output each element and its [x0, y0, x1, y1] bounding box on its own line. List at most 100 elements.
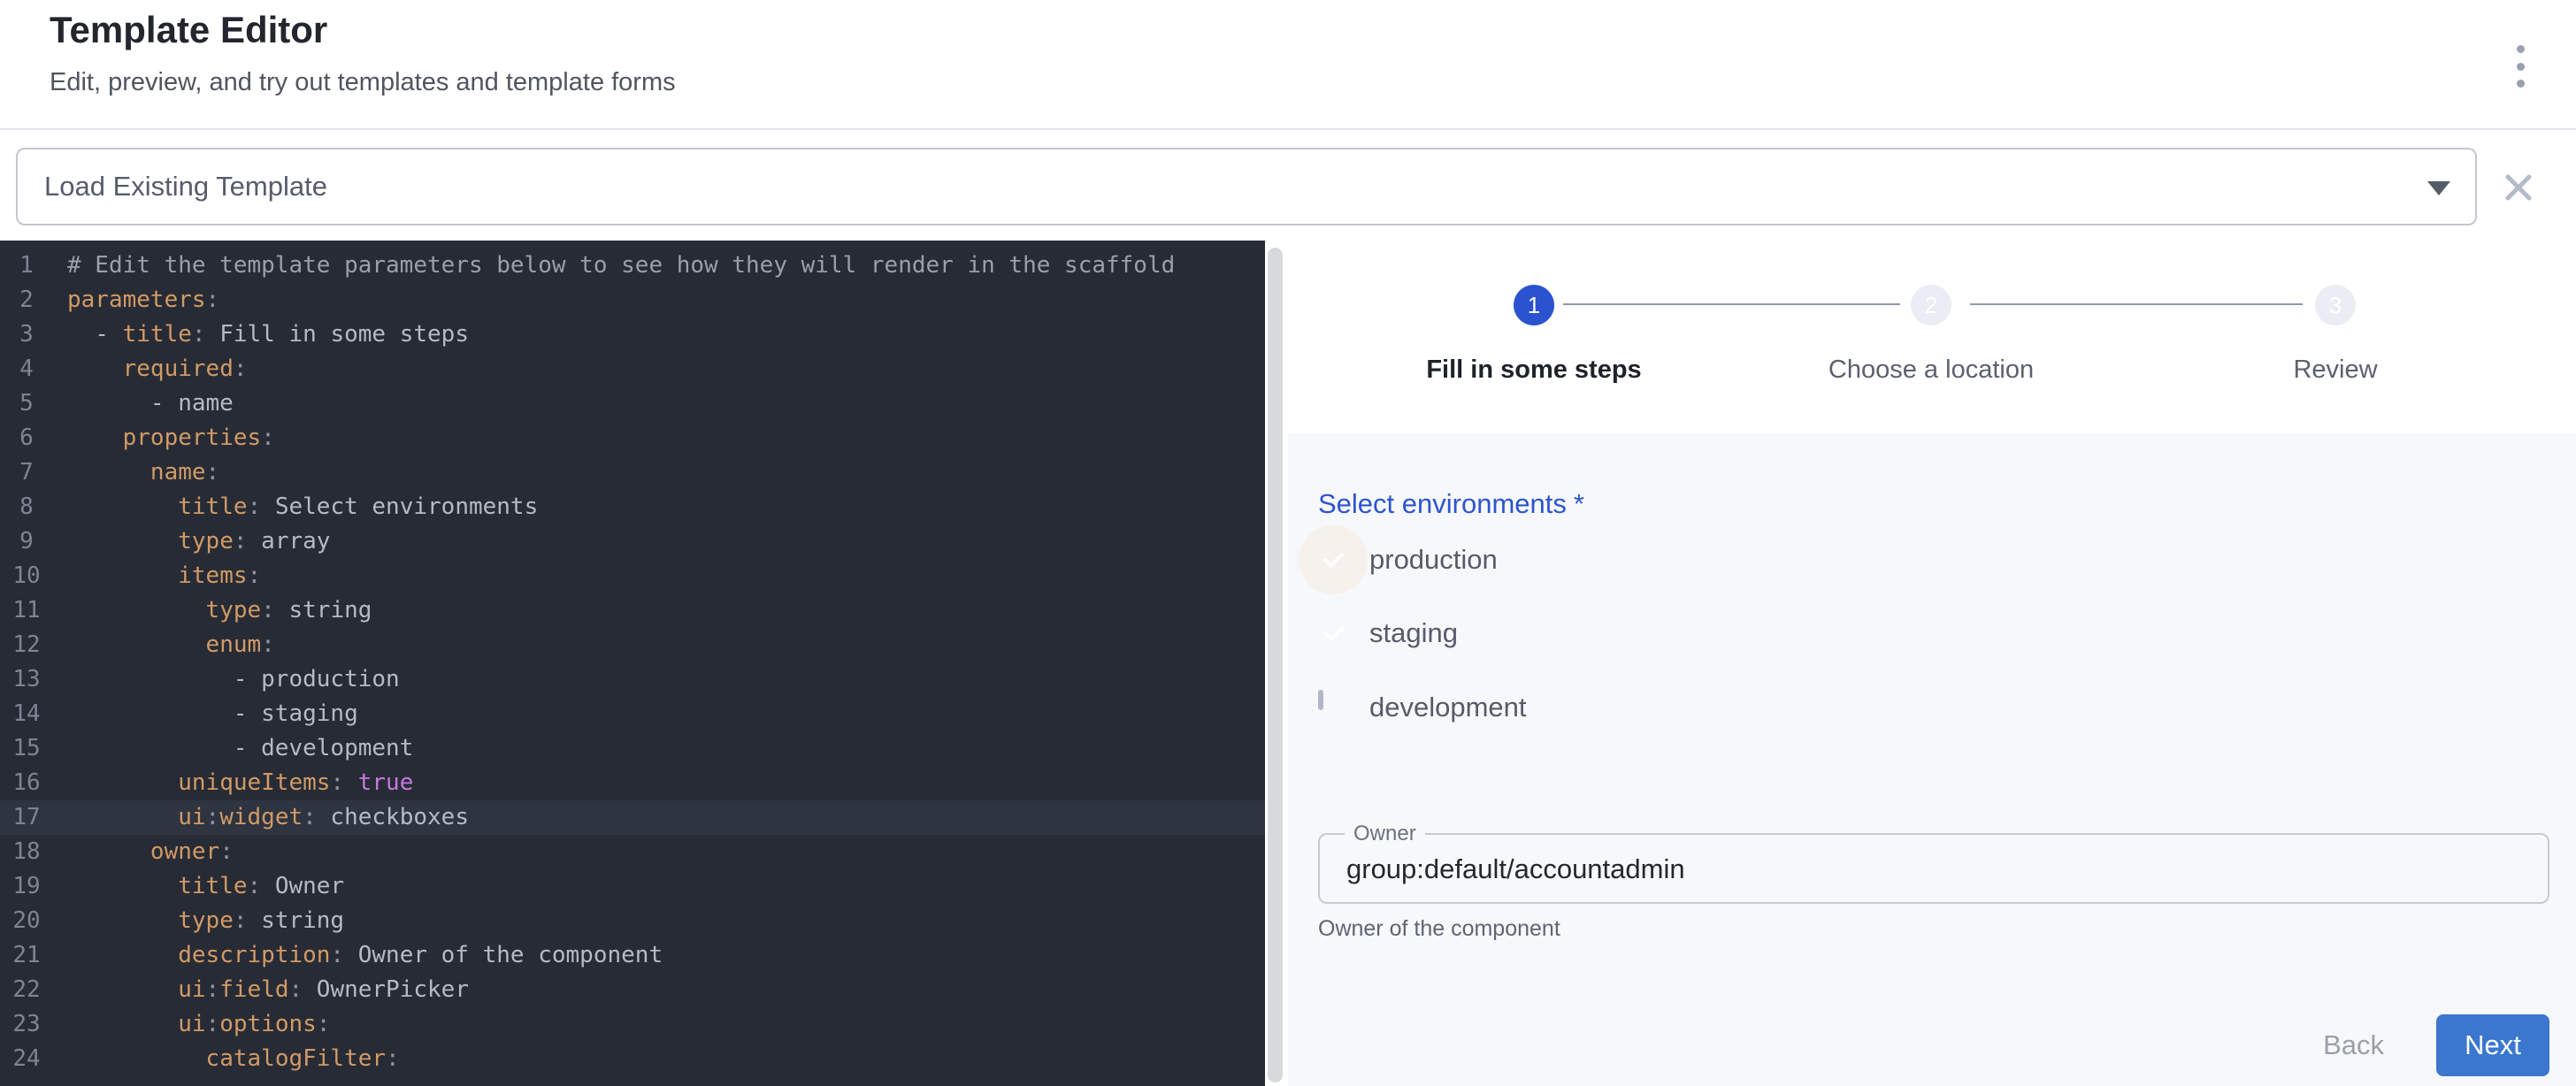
line-code: title: Select environments: [53, 490, 538, 524]
line-number: 17: [0, 800, 53, 835]
step-number-badge: 3: [2315, 285, 2356, 325]
required-asterisk: *: [1574, 488, 1584, 519]
step-label: Choose a location: [1828, 356, 2034, 385]
editor-line: 5 - name: [0, 386, 1265, 421]
editor-line: 3 - title: Fill in some steps: [0, 317, 1265, 352]
line-code: - name: [53, 386, 234, 421]
environments-group-label: Select environments*: [1318, 488, 1584, 520]
back-button[interactable]: Back: [2314, 1029, 2393, 1061]
editor-line: 1# Edit the template parameters below to…: [0, 249, 1265, 283]
checkbox-wrapper: [1318, 618, 1348, 648]
line-code: ui:field: OwnerPicker: [53, 973, 469, 1007]
line-number: 18: [0, 835, 53, 869]
step-label: Fill in some steps: [1426, 356, 1641, 385]
line-code: ui:widget: checkboxes: [53, 800, 469, 835]
editor-line: 15 - development: [0, 731, 1265, 766]
editor-line: 24 catalogFilter:: [0, 1042, 1265, 1076]
line-number: 2: [0, 283, 53, 317]
line-code: type: string: [53, 593, 372, 628]
editor-line: 22 ui:field: OwnerPicker: [0, 973, 1265, 1007]
checkbox-label[interactable]: production: [1369, 544, 1498, 576]
line-code: required:: [53, 352, 248, 386]
line-code: - development: [53, 731, 413, 766]
line-code: owner:: [53, 835, 234, 869]
line-code: type: array: [53, 524, 330, 559]
page-title: Template Editor: [50, 9, 327, 51]
environment-option-row[interactable]: development: [1318, 692, 1527, 723]
editor-line: 6 properties:: [0, 421, 1265, 455]
close-icon[interactable]: [2501, 170, 2536, 205]
yaml-code-editor[interactable]: 1# Edit the template parameters below to…: [0, 241, 1265, 1086]
environment-option-row[interactable]: production: [1318, 544, 1498, 576]
line-number: 6: [0, 421, 53, 455]
stepper-step: 1 Fill in some steps: [1357, 285, 1711, 385]
editor-line: 14 - staging: [0, 697, 1265, 731]
line-number: 20: [0, 904, 53, 938]
editor-line: 10 items:: [0, 559, 1265, 593]
line-code: - production: [53, 662, 400, 697]
editor-scrollbar[interactable]: [1268, 248, 1283, 1082]
owner-input[interactable]: [1345, 835, 2516, 904]
line-code: name:: [53, 455, 219, 490]
line-number: 16: [0, 766, 53, 800]
line-number: 10: [0, 559, 53, 593]
editor-line: 19 title: Owner: [0, 869, 1265, 904]
line-number: 4: [0, 352, 53, 386]
load-existing-template-select[interactable]: Load Existing Template: [16, 148, 2477, 226]
editor-line: 16 uniqueItems: true: [0, 766, 1265, 800]
line-code: ui:options:: [53, 1007, 330, 1042]
editor-line: 11 type: string: [0, 593, 1265, 628]
line-number: 11: [0, 593, 53, 628]
editor-line: 18 owner:: [0, 835, 1265, 869]
editor-line: 21 description: Owner of the component: [0, 938, 1265, 973]
editor-line: 12 enum:: [0, 628, 1265, 662]
checkbox-label[interactable]: development: [1369, 692, 1527, 723]
line-code: enum:: [53, 628, 275, 662]
checkbox-label[interactable]: staging: [1369, 617, 1458, 649]
next-button[interactable]: Next: [2436, 1014, 2549, 1076]
line-number: 13: [0, 662, 53, 697]
environment-option-row[interactable]: staging: [1318, 617, 1458, 649]
line-code: - title: Fill in some steps: [53, 317, 469, 352]
line-number: 22: [0, 973, 53, 1007]
template-editor-page: Template Editor Edit, preview, and try o…: [0, 0, 2576, 1086]
checkbox-wrapper: [1318, 692, 1348, 723]
editor-line: 13 - production: [0, 662, 1265, 697]
line-code: items:: [53, 559, 261, 593]
line-number: 7: [0, 455, 53, 490]
line-number: 8: [0, 490, 53, 524]
line-number: 9: [0, 524, 53, 559]
line-code: description: Owner of the component: [53, 938, 663, 973]
line-number: 12: [0, 628, 53, 662]
checkbox-wrapper: [1318, 545, 1348, 575]
editor-line: 2parameters:: [0, 283, 1265, 317]
line-number: 21: [0, 938, 53, 973]
line-number: 19: [0, 869, 53, 904]
editor-lines: 1# Edit the template parameters below to…: [0, 241, 1265, 1076]
line-number: 14: [0, 697, 53, 731]
line-code: type: string: [53, 904, 344, 938]
stepper: 1 Fill in some steps 2Choose a location 3 Re…: [1288, 241, 2576, 433]
editor-line: 23 ui:options:: [0, 1007, 1265, 1042]
load-existing-template-placeholder: Load Existing Template: [44, 149, 327, 224]
editor-line: 17 ui:widget: checkboxes: [0, 800, 1265, 835]
step-label: Review: [2293, 356, 2377, 385]
line-number: 1: [0, 249, 53, 283]
step-number-badge: 1: [1514, 285, 1554, 325]
page-subtitle: Edit, preview, and try out templates and…: [50, 67, 676, 97]
editor-line: 20 type: string: [0, 904, 1265, 938]
checkbox-unchecked-icon[interactable]: [1318, 690, 1323, 710]
line-number: 5: [0, 386, 53, 421]
form-actions: Back Next: [2314, 1014, 2549, 1076]
template-form: Select environments* production staging de…: [1288, 433, 2576, 1086]
more-options-icon[interactable]: [2506, 45, 2534, 88]
environments-label-text: Select environments: [1318, 488, 1567, 519]
line-code: catalogFilter:: [53, 1042, 400, 1076]
header-divider: [0, 128, 2576, 130]
line-number: 23: [0, 1007, 53, 1042]
line-code: parameters:: [53, 283, 219, 317]
editor-line: 9 type: array: [0, 524, 1265, 559]
owner-helper-text: Owner of the component: [1318, 916, 1560, 942]
stepper-step: 2Choose a location: [1754, 285, 2108, 385]
line-code: properties:: [53, 421, 275, 455]
